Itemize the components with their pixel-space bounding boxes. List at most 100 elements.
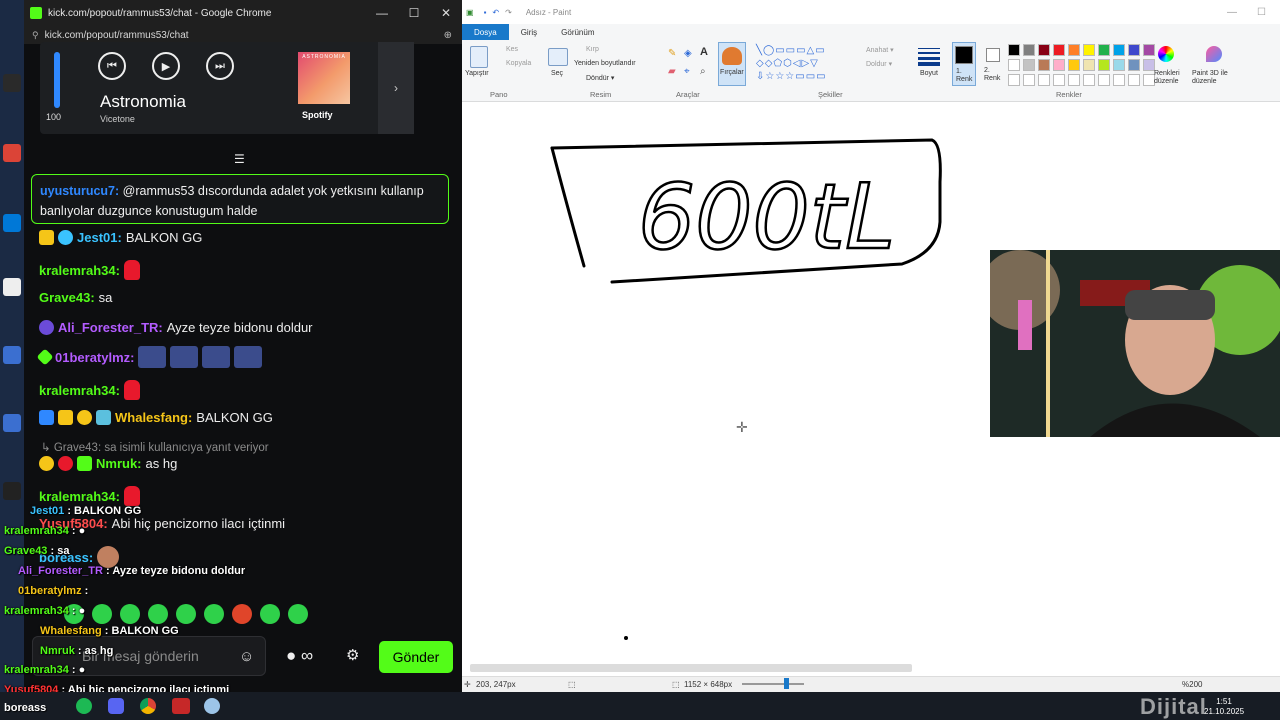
volume-bar[interactable] xyxy=(54,52,60,108)
edit-colors-button[interactable]: Renkleri düzenle xyxy=(1154,70,1184,86)
select-icon[interactable] xyxy=(548,48,568,66)
zoom-slider-thumb[interactable] xyxy=(784,678,789,689)
palette-swatch[interactable] xyxy=(1008,44,1020,56)
minimize-button[interactable]: — xyxy=(366,6,398,20)
color-picker-icon[interactable]: ⌖ xyxy=(684,66,690,77)
zoom-slider[interactable] xyxy=(742,683,804,685)
zoom-icon[interactable]: ⊕ xyxy=(444,30,452,41)
desktop-app-icon[interactable] xyxy=(3,278,21,296)
site-info-icon[interactable]: ⚲ xyxy=(32,30,39,41)
palette-swatch[interactable] xyxy=(1023,44,1035,56)
palette-swatch-empty[interactable] xyxy=(1038,74,1050,86)
palette-swatch[interactable] xyxy=(1068,44,1080,56)
palette-swatch[interactable] xyxy=(1128,44,1140,56)
palette-swatch[interactable] xyxy=(1038,44,1050,56)
pinned-username[interactable]: uyusturucu7: xyxy=(40,184,119,198)
brushes-button[interactable]: Fırçalar xyxy=(718,42,746,86)
chat-username[interactable]: 01beratylmz: xyxy=(55,350,134,365)
outline-button[interactable]: Anahat ▾ xyxy=(866,46,894,54)
chat-username[interactable]: kralemrah34: xyxy=(39,263,120,278)
resize-button[interactable]: Yeniden boyutlandır xyxy=(574,60,636,67)
chat-username[interactable]: kralemrah34: xyxy=(39,489,120,504)
paint3d-button[interactable]: Paint 3D ile düzenle xyxy=(1192,70,1236,86)
paint-maximize-button[interactable]: ☐ xyxy=(1257,7,1266,18)
palette-swatch-empty[interactable] xyxy=(1128,74,1140,86)
voice-meeter-taskbar-icon[interactable] xyxy=(172,698,190,714)
select-button[interactable]: Seç xyxy=(551,70,563,77)
palette-swatch[interactable] xyxy=(1008,59,1020,71)
chat-username[interactable]: Nmruk: xyxy=(96,456,142,471)
rotate-button[interactable]: Döndür ▾ xyxy=(586,74,614,82)
copy-button[interactable]: Kopyala xyxy=(506,60,531,67)
desktop-app-icon[interactable] xyxy=(3,346,21,364)
desktop-app-icon[interactable] xyxy=(3,482,21,500)
tab-file[interactable]: Dosya xyxy=(462,24,509,40)
text-tool-icon[interactable]: A xyxy=(700,46,708,58)
reply-context[interactable]: ↳ Grave43: sa isimli kullanıcıya yanıt v… xyxy=(41,440,269,454)
edit-colors-icon[interactable] xyxy=(1158,46,1174,62)
send-button[interactable]: Gönder xyxy=(379,641,453,673)
size-button[interactable]: Boyut xyxy=(920,70,938,77)
pencil-icon[interactable]: ✎ xyxy=(668,48,676,59)
discord-taskbar-icon[interactable] xyxy=(108,698,124,714)
palette-swatch[interactable] xyxy=(1053,59,1065,71)
media-expand-button[interactable]: › xyxy=(378,42,414,134)
palette-swatch[interactable] xyxy=(1053,44,1065,56)
paint-taskbar-icon[interactable] xyxy=(204,698,220,714)
chrome-taskbar-icon[interactable] xyxy=(140,698,156,714)
crop-button[interactable]: Kırp xyxy=(586,46,599,53)
palette-swatch[interactable] xyxy=(1083,44,1095,56)
cut-button[interactable]: Kes xyxy=(506,46,518,53)
channel-points-icon[interactable]: ● ∞ xyxy=(286,646,313,666)
chat-username[interactable]: Ali_Forester_TR: xyxy=(58,320,163,335)
paste-icon[interactable] xyxy=(470,46,488,68)
close-button[interactable]: ✕ xyxy=(430,6,462,20)
palette-swatch-empty[interactable] xyxy=(1083,74,1095,86)
maximize-button[interactable]: ☐ xyxy=(398,6,430,20)
next-track-button[interactable]: ⏭ xyxy=(206,52,234,80)
chat-username[interactable]: kralemrah34: xyxy=(39,383,120,398)
desktop-app-icon[interactable] xyxy=(3,414,21,432)
shapes-gallery[interactable]: ╲◯▭▭▭△▭ ◇◇⬠⬡◁▷▽ ⇩☆☆☆▭▭▭ xyxy=(756,44,856,84)
desktop-app-icon[interactable] xyxy=(3,74,21,92)
palette-swatch[interactable] xyxy=(1083,59,1095,71)
fill-button[interactable]: Doldur ▾ xyxy=(866,60,892,68)
chat-username[interactable]: Whalesfang: xyxy=(115,410,192,425)
palette-swatch[interactable] xyxy=(1023,59,1035,71)
palette-swatch-empty[interactable] xyxy=(1068,74,1080,86)
palette-swatch[interactable] xyxy=(1038,59,1050,71)
color2-button[interactable]: 2. Renk xyxy=(982,42,1004,86)
horizontal-scrollbar[interactable] xyxy=(470,664,912,672)
palette-swatch[interactable] xyxy=(1098,44,1110,56)
palette-swatch-empty[interactable] xyxy=(1113,74,1125,86)
chrome-desktop-icon[interactable] xyxy=(3,144,21,162)
emoji-picker-icon[interactable]: ☺ xyxy=(239,648,254,665)
undo-icon[interactable]: ↶ xyxy=(492,8,499,17)
previous-track-button[interactable]: ⏮ xyxy=(98,52,126,80)
palette-swatch[interactable] xyxy=(1128,59,1140,71)
size-icon[interactable] xyxy=(918,46,940,66)
palette-swatch[interactable] xyxy=(1143,44,1155,56)
paint3d-icon[interactable] xyxy=(1206,46,1222,62)
chat-username[interactable]: Grave43: xyxy=(39,290,95,305)
desktop-app-icon[interactable] xyxy=(3,214,21,232)
palette-swatch[interactable] xyxy=(1068,59,1080,71)
chat-username[interactable]: Jest01: xyxy=(77,230,122,245)
chat-filter-icon[interactable]: ☰ xyxy=(234,152,245,166)
play-button[interactable]: ▶ xyxy=(152,52,180,80)
palette-swatch[interactable] xyxy=(1113,59,1125,71)
taskbar-clock[interactable]: 1:51 21.10.2025 xyxy=(1204,697,1244,717)
magnifier-icon[interactable]: ⌕ xyxy=(700,66,706,77)
tab-home[interactable]: Giriş xyxy=(509,24,549,40)
palette-swatch-empty[interactable] xyxy=(1053,74,1065,86)
chat-settings-icon[interactable]: ⚙ xyxy=(346,646,359,664)
palette-swatch[interactable] xyxy=(1113,44,1125,56)
fill-icon[interactable]: ◈ xyxy=(684,48,692,59)
eraser-icon[interactable]: ▰ xyxy=(668,66,676,77)
palette-swatch[interactable] xyxy=(1098,59,1110,71)
tab-view[interactable]: Görünüm xyxy=(549,24,606,40)
spotify-taskbar-icon[interactable] xyxy=(76,698,92,714)
save-icon[interactable]: ▪ xyxy=(484,8,487,17)
palette-swatch-empty[interactable] xyxy=(1098,74,1110,86)
palette-swatch-empty[interactable] xyxy=(1008,74,1020,86)
